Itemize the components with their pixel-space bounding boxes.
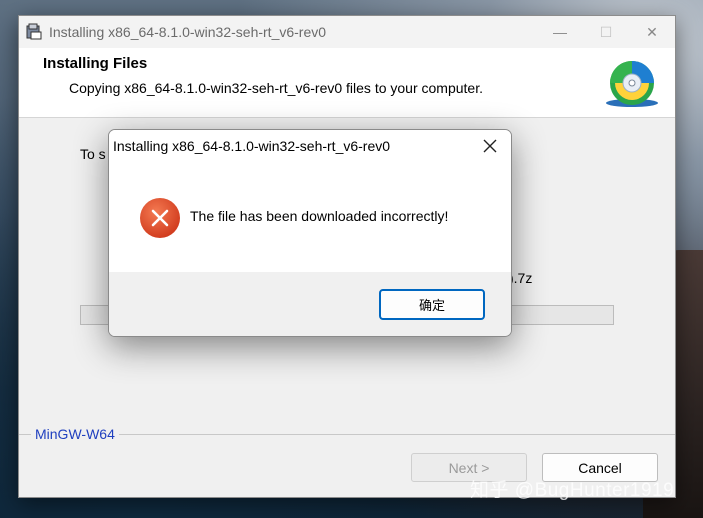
error-dialog: Installing x86_64-8.1.0-win32-seh-rt_v6-… <box>108 129 512 337</box>
header-title: Installing Files <box>43 55 148 72</box>
maximize-icon: ☐ <box>599 23 613 40</box>
installer-app-icon <box>26 23 42 40</box>
dialog-titlebar[interactable]: Installing x86_64-8.1.0-win32-seh-rt_v6-… <box>109 130 511 162</box>
installer-titlebar[interactable]: Installing x86_64-8.1.0-win32-seh-rt_v6-… <box>19 16 675 48</box>
dialog-title: Installing x86_64-8.1.0-win32-seh-rt_v6-… <box>113 138 391 154</box>
minimize-button[interactable]: — <box>537 16 583 48</box>
brand-label: MinGW-W64 <box>31 426 119 442</box>
dialog-body: The file has been downloaded incorrectly… <box>109 162 511 272</box>
error-icon <box>140 198 180 238</box>
status-label: To s <box>80 146 106 162</box>
header-subtitle: Copying x86_64-8.1.0-win32-seh-rt_v6-rev… <box>69 80 483 96</box>
minimize-icon: — <box>553 24 567 40</box>
installer-header: Installing Files Copying x86_64-8.1.0-wi… <box>19 48 675 118</box>
close-button[interactable]: ✕ <box>629 16 675 48</box>
installer-title: Installing x86_64-8.1.0-win32-seh-rt_v6-… <box>49 24 327 40</box>
close-icon <box>483 139 497 153</box>
watermark-text: 知乎 @BugHunter1919 <box>470 480 675 501</box>
ok-button[interactable]: 确定 <box>379 289 485 320</box>
dialog-message: The file has been downloaded incorrectly… <box>190 208 449 224</box>
close-icon: ✕ <box>646 23 658 40</box>
current-file-label: ).7z <box>509 270 533 286</box>
dialog-close-button[interactable] <box>477 134 503 158</box>
dialog-footer: 确定 <box>109 272 511 336</box>
maximize-button[interactable]: ☐ <box>583 16 629 48</box>
window-controls: — ☐ ✕ <box>537 16 675 48</box>
installer-disc-icon <box>606 61 658 107</box>
